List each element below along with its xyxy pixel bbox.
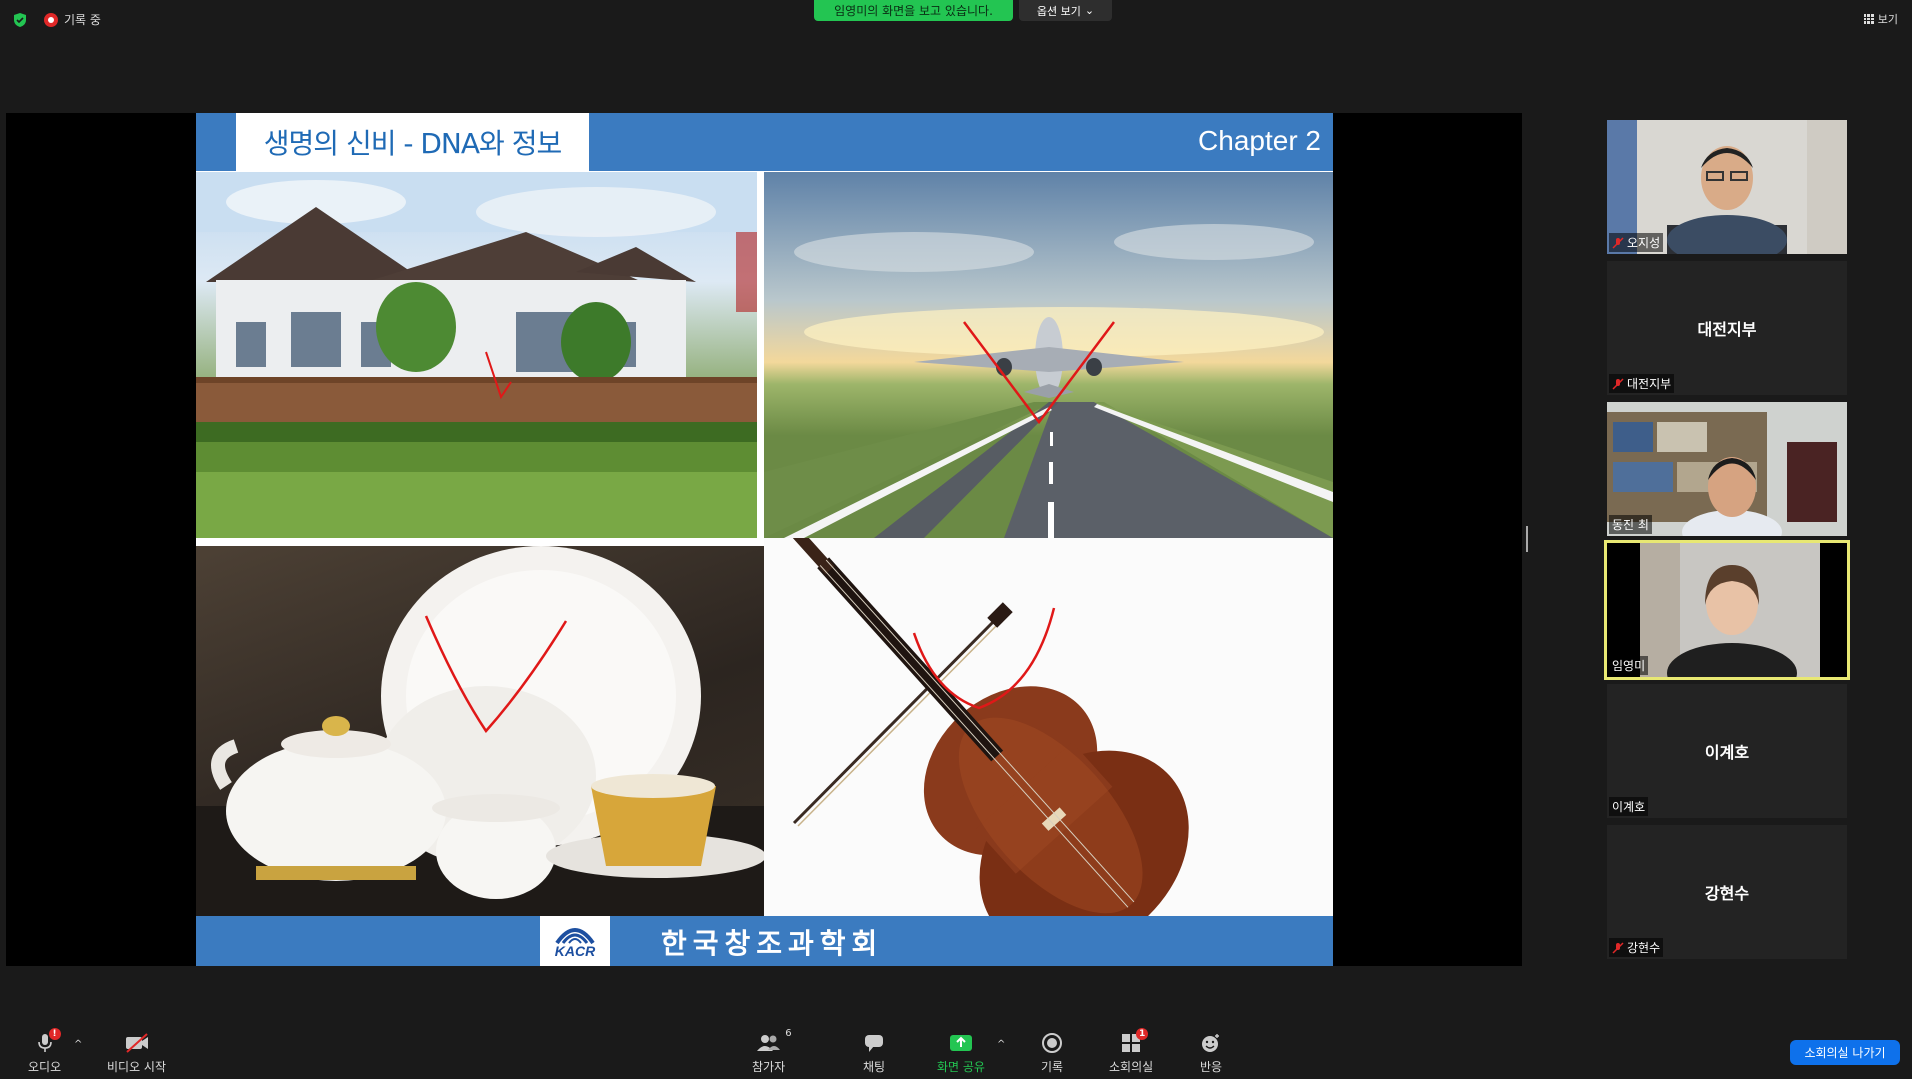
breakout-rooms-icon: 1 xyxy=(1120,1028,1149,1054)
share-screen-button[interactable]: 화면 공유 xyxy=(937,1032,985,1075)
breakout-rooms-label: 소회의실 xyxy=(1109,1060,1154,1074)
share-screen-icon xyxy=(948,1032,974,1054)
top-bar: 기록 중 임영미의 화면을 보고 있습니다. 옵션 보기 ⌄ 보기 xyxy=(0,0,1912,40)
participant-tile[interactable]: 이계호 이계호 xyxy=(1607,684,1847,818)
slide-header: 생명의 신비 - DNA와 정보 Chapter 2 xyxy=(196,113,1333,171)
video-off-icon xyxy=(124,1032,150,1054)
logo-text: KACR xyxy=(554,943,596,959)
participant-name-label: 동진 최 xyxy=(1609,515,1652,534)
record-label: 기록 xyxy=(1041,1060,1064,1074)
slide-chapter: Chapter 2 xyxy=(1198,125,1321,156)
mic-muted-icon xyxy=(1612,941,1624,954)
recording-indicator[interactable]: 기록 중 xyxy=(44,11,101,28)
reactions-button[interactable]: 반응 xyxy=(1200,1032,1222,1075)
mic-muted-icon xyxy=(1612,236,1624,249)
slide-footer: KACR 한국창조과학회 xyxy=(196,916,1333,966)
view-options-label: 옵션 보기 xyxy=(1036,4,1081,18)
china-tableware-image xyxy=(196,546,764,916)
participant-name: 임영미 xyxy=(1612,659,1646,673)
participant-name: 강현수 xyxy=(1627,941,1661,955)
reactions-label: 반응 xyxy=(1200,1060,1223,1074)
view-layout-button[interactable]: 보기 xyxy=(1863,11,1898,27)
security-shield-icon[interactable] xyxy=(12,12,28,28)
record-icon xyxy=(1041,1032,1063,1054)
start-video-label: 비디오 시작 xyxy=(107,1060,167,1074)
leave-breakout-room-button[interactable]: 소회의실 나가기 xyxy=(1790,1040,1900,1065)
house-image xyxy=(196,172,757,538)
chat-bubble-icon xyxy=(863,1032,885,1054)
grid-icon xyxy=(1863,14,1874,24)
participant-tile[interactable]: 동진 최 xyxy=(1607,402,1847,536)
view-label: 보기 xyxy=(1877,13,1898,26)
chevron-down-icon: ⌄ xyxy=(1084,4,1095,17)
view-options-button[interactable]: 옵션 보기 ⌄ xyxy=(1019,0,1112,21)
participant-name-label: 오지성 xyxy=(1609,233,1664,252)
meeting-toolbar: ! 오디오 ^ 비디오 시작 6 참가자 채팅 화면 공유 ^ 기록 1 소회의… xyxy=(0,1020,1912,1079)
slide-title: 생명의 신비 - DNA와 정보 xyxy=(236,113,589,171)
audio-label: 오디오 xyxy=(28,1060,62,1074)
audio-warning-badge: ! xyxy=(48,1028,61,1040)
participant-tile[interactable]: 오지성 xyxy=(1607,120,1847,254)
audio-button[interactable]: ! 오디오 xyxy=(28,1028,62,1075)
participants-icon: 6 xyxy=(756,1028,792,1054)
audio-options-chevron-icon[interactable]: ^ xyxy=(74,1039,82,1050)
breakout-badge: 1 xyxy=(1136,1028,1149,1040)
screen-share-banner: 임영미의 화면을 보고 있습니다. xyxy=(814,0,1013,21)
participant-name: 대전지부 xyxy=(1627,377,1672,391)
cello-image xyxy=(764,538,1333,916)
participant-name: 이계호 xyxy=(1612,800,1646,814)
participant-name-label: 이계호 xyxy=(1609,797,1649,816)
share-screen-label: 화면 공유 xyxy=(937,1060,985,1074)
organization-name: 한국창조과학회 xyxy=(661,927,884,960)
airplane-image xyxy=(764,172,1333,538)
participants-count: 6 xyxy=(785,1028,792,1039)
chat-label: 채팅 xyxy=(863,1060,886,1074)
participant-name: 오지성 xyxy=(1627,236,1661,250)
record-icon xyxy=(44,12,58,27)
recording-label: 기록 중 xyxy=(64,13,101,27)
participant-tile[interactable]: 대전지부 대전지부 xyxy=(1607,261,1847,395)
kacr-logo: KACR xyxy=(540,916,610,966)
share-options-chevron-icon[interactable]: ^ xyxy=(997,1039,1005,1050)
record-button[interactable]: 기록 xyxy=(1041,1032,1063,1075)
participant-name-label: 대전지부 xyxy=(1609,374,1675,393)
chat-button[interactable]: 채팅 xyxy=(863,1032,885,1075)
participant-tile-active-speaker[interactable]: 임영미 xyxy=(1604,540,1850,680)
participants-button[interactable]: 6 참가자 xyxy=(752,1028,792,1075)
participants-label: 참가자 xyxy=(752,1060,786,1074)
participant-name: 동진 최 xyxy=(1612,518,1649,532)
kacr-emblem-icon xyxy=(555,928,595,945)
participant-name-label: 강현수 xyxy=(1609,938,1664,957)
participant-tile[interactable]: 강현수 강현수 xyxy=(1607,825,1847,959)
smiley-icon xyxy=(1200,1032,1222,1054)
panel-splitter-handle[interactable] xyxy=(1526,526,1528,552)
microphone-icon: ! xyxy=(35,1028,61,1054)
start-video-button[interactable]: 비디오 시작 xyxy=(107,1032,166,1075)
presentation-slide: 생명의 신비 - DNA와 정보 Chapter 2 KACR 한국창조과학회 xyxy=(196,113,1333,966)
breakout-rooms-button[interactable]: 1 소회의실 xyxy=(1109,1028,1154,1075)
mic-muted-icon xyxy=(1612,377,1624,390)
participant-name-label: 임영미 xyxy=(1609,656,1649,675)
